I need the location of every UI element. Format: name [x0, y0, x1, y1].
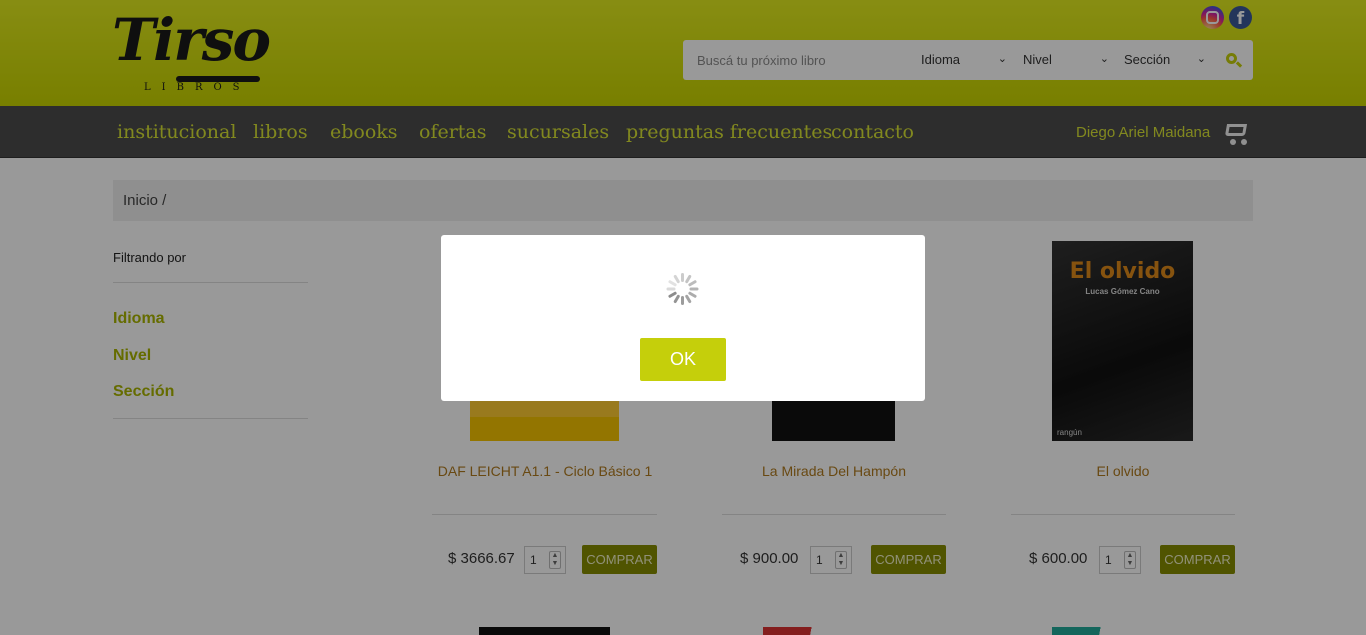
loading-dialog: OK	[441, 235, 925, 401]
loading-spinner-icon	[666, 273, 699, 305]
ok-button[interactable]: OK	[640, 338, 726, 381]
